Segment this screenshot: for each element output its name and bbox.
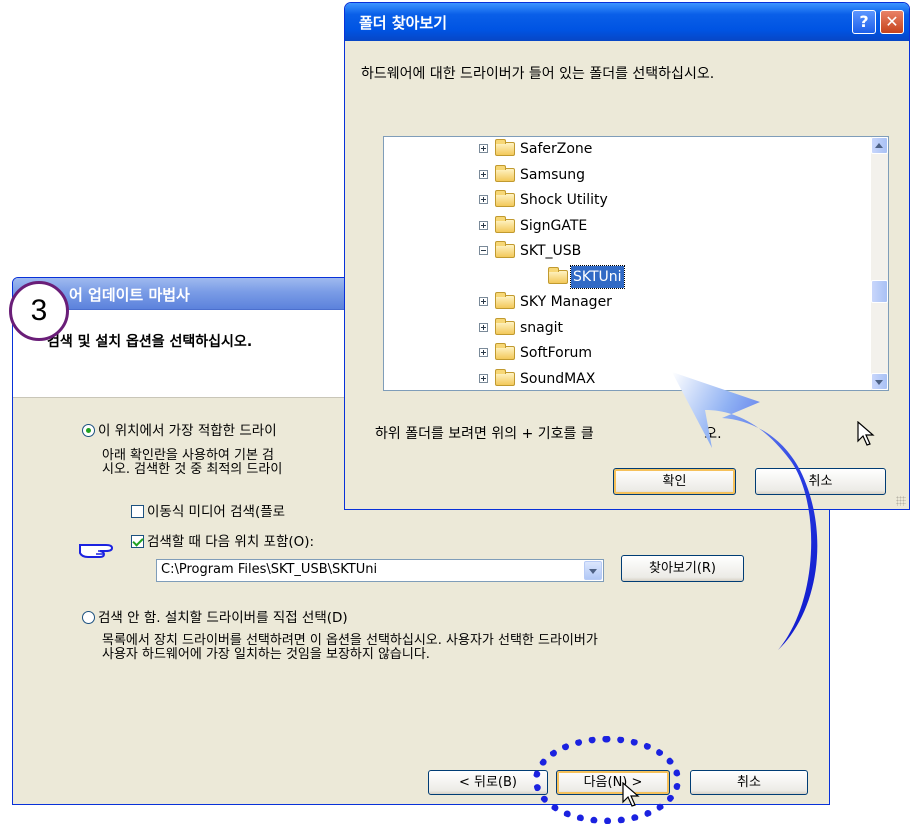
folder-icon	[495, 190, 515, 207]
browse-button[interactable]: 찾아보기(R)	[621, 555, 744, 582]
expand-plus-icon[interactable]	[479, 373, 488, 383]
scroll-thumb[interactable]	[871, 280, 888, 303]
browse-description: 하드웨어에 대한 드라이버가 들어 있는 폴더를 선택하십시오.	[361, 66, 715, 82]
check-include-label: 검색할 때 다음 위치 포함(O):	[147, 534, 315, 550]
check-removable-box[interactable]	[131, 505, 144, 518]
mouse-cursor-icon	[622, 782, 640, 807]
option-manual-desc-2: 사용자 하드웨어에 가장 일치하는 것임을 보장하지 않습니다.	[102, 647, 430, 662]
folder-icon	[495, 368, 515, 386]
collapse-minus-icon[interactable]	[479, 246, 488, 255]
scroll-up-icon[interactable]	[871, 137, 888, 154]
tree-item-label: snagit	[520, 319, 564, 336]
folder-icon	[548, 266, 568, 284]
chevron-down-icon[interactable]	[584, 561, 602, 580]
folder-icon	[495, 215, 515, 233]
folder-icon	[495, 343, 515, 360]
location-path-value: C:\Program Files\SKT_USB\SKTUni	[161, 562, 378, 577]
tree-item-label: SKY Manager	[520, 294, 612, 310]
option-search-best[interactable]: 이 위치에서 가장 적합한 드라이	[82, 419, 277, 439]
tree-item-label: SignGATE	[520, 217, 588, 234]
option-manual-desc-1: 목록에서 장치 드라이버를 선택하려면 이 옵션을 선택하십시오. 사용자가 선…	[102, 633, 598, 648]
folder-icon	[495, 292, 515, 309]
option-search-desc-1: 아래 확인란을 사용하여 기본 검	[102, 448, 275, 463]
check-removable-label: 이동식 미디어 검색(플로	[147, 504, 286, 520]
check-include-box[interactable]	[131, 535, 144, 548]
expand-plus-icon[interactable]	[479, 348, 488, 357]
help-icon[interactable]: ?	[852, 10, 876, 34]
tree-item-label: SoftForum	[520, 345, 593, 361]
folder-icon	[495, 139, 515, 156]
wizard-heading: 검색 및 설치 옵션을 선택하십시오.	[47, 334, 253, 350]
expand-plus-icon[interactable]	[479, 297, 488, 306]
back-button[interactable]: < 뒤로(B)	[428, 770, 548, 795]
tree-item-label: SKT_USB	[520, 243, 582, 259]
browse-hint-text: 하위 폴더를 보려면 위의 + 기호를 클	[375, 426, 594, 442]
tree-item-label: SaferZone	[520, 141, 593, 157]
scroll-down-icon[interactable]	[871, 373, 888, 390]
mouse-cursor-icon	[857, 421, 875, 446]
radio-manual-select[interactable]	[82, 611, 95, 624]
browse-title: 폴더 찾아보기	[359, 14, 448, 32]
browse-titlebar[interactable]: 폴더 찾아보기 ? ✕	[345, 3, 909, 41]
expand-plus-icon[interactable]	[479, 169, 488, 179]
tree-item-label: SoundMAX	[520, 370, 596, 387]
folder-tree[interactable]: SaferZone Samsung Shock Utility SignGATE SKT…	[383, 136, 889, 391]
expand-plus-icon[interactable]	[479, 195, 488, 204]
tree-item-label: Samsung	[520, 166, 586, 183]
browse-cancel-button[interactable]: 취소	[755, 468, 886, 495]
tree-item-label: Shock Utility	[520, 192, 608, 208]
checkbox-removable-media[interactable]: 이동식 미디어 검색(플로	[131, 500, 285, 520]
wizard-cancel-button[interactable]: 취소	[690, 770, 808, 795]
close-icon[interactable]: ✕	[880, 10, 904, 34]
expand-plus-icon[interactable]	[479, 220, 488, 230]
expand-plus-icon[interactable]	[479, 322, 488, 332]
tree-scrollbar[interactable]	[871, 137, 888, 390]
option-search-best-label: 이 위치에서 가장 적합한 드라이	[98, 423, 277, 439]
browse-hint-end: 오.	[704, 426, 722, 442]
browse-hint: 하위 폴더를 보려면 위의 + 기호를 클 오.	[375, 423, 722, 443]
checkbox-include-location[interactable]: 검색할 때 다음 위치 포함(O):	[131, 530, 314, 550]
step-number-badge: 3	[9, 281, 69, 341]
pointing-hand-icon	[79, 544, 114, 558]
expand-plus-icon[interactable]	[479, 144, 488, 153]
wizard-title: 어 업데이트 마법사	[69, 286, 190, 304]
option-manual-label: 검색 안 함. 설치할 드라이버를 직접 선택(D)	[98, 610, 348, 626]
folder-icon	[495, 164, 515, 182]
ok-button[interactable]: 확인	[613, 468, 736, 495]
folder-icon	[495, 241, 515, 258]
option-search-desc-2: 시오. 검색한 것 중 최적의 드라이	[102, 462, 283, 477]
browse-folder-dialog: 폴더 찾아보기 ? ✕ 하드웨어에 대한 드라이버가 들어 있는 폴더를 선택하…	[344, 2, 910, 510]
tree-item-label: SKTUni	[570, 264, 625, 289]
location-path-combo[interactable]: C:\Program Files\SKT_USB\SKTUni	[156, 559, 604, 582]
option-manual-select[interactable]: 검색 안 함. 설치할 드라이버를 직접 선택(D)	[82, 606, 348, 626]
folder-icon	[495, 317, 515, 335]
next-button-highlight-ring	[533, 736, 681, 824]
radio-search-best[interactable]	[82, 424, 95, 437]
resize-grip-icon[interactable]	[896, 496, 906, 506]
